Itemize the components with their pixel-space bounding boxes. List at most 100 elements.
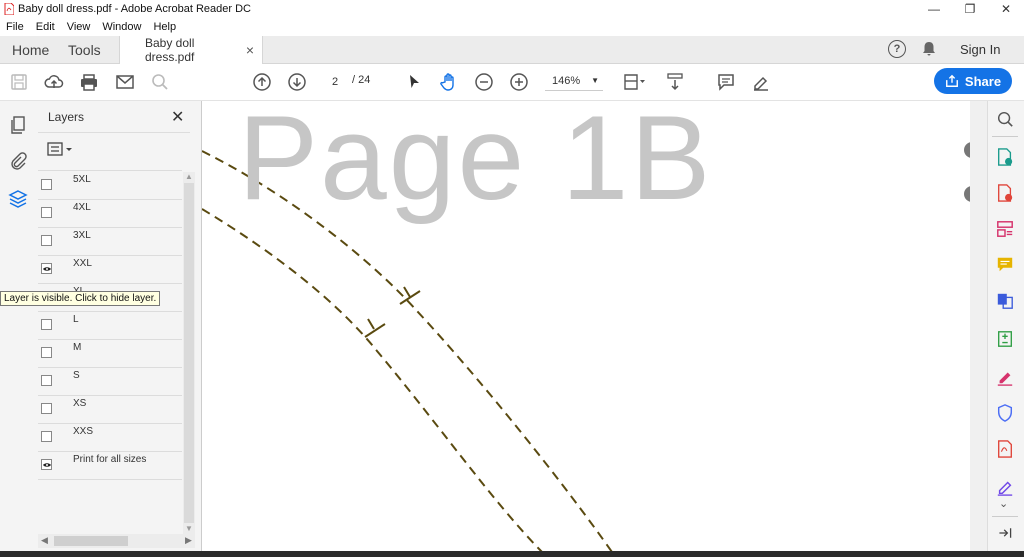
layers-panel-title: Layers bbox=[48, 110, 85, 124]
layer-label: 3XL bbox=[73, 230, 91, 241]
layer-visibility-checkbox[interactable] bbox=[41, 431, 52, 442]
zoom-value: 146% bbox=[552, 75, 581, 87]
layer-label: XXL bbox=[73, 258, 92, 269]
layer-label: 4XL bbox=[73, 202, 91, 213]
page-thumbnails-icon[interactable] bbox=[8, 115, 28, 135]
protect-tool[interactable] bbox=[994, 402, 1016, 424]
bell-icon[interactable] bbox=[921, 41, 937, 57]
layer-row-xxs: XXS bbox=[38, 424, 182, 452]
eye-icon bbox=[42, 266, 51, 271]
page-number-input[interactable]: 2 bbox=[323, 72, 347, 92]
panel-divider bbox=[38, 132, 190, 133]
collapse-rail-button[interactable] bbox=[994, 522, 1016, 544]
document-scrollbar[interactable] bbox=[970, 101, 987, 552]
cursor-arrow-icon bbox=[410, 75, 419, 88]
scroll-up-icon[interactable]: ▲ bbox=[185, 172, 193, 181]
comment-button[interactable] bbox=[711, 64, 741, 100]
compress-icon bbox=[998, 331, 1012, 347]
upload-button[interactable] bbox=[39, 64, 69, 100]
tab-tools[interactable]: Tools bbox=[68, 36, 101, 63]
layer-visibility-checkbox[interactable] bbox=[41, 459, 52, 470]
search-button[interactable] bbox=[145, 64, 175, 100]
layer-visibility-checkbox[interactable] bbox=[41, 235, 52, 246]
pdf-tool[interactable] bbox=[994, 438, 1016, 460]
chevron-down-icon: ▼ bbox=[591, 76, 599, 85]
restore-button[interactable]: ❐ bbox=[952, 0, 988, 18]
layer-visibility-checkbox[interactable] bbox=[41, 179, 52, 190]
email-button[interactable] bbox=[110, 64, 140, 100]
left-navigation-rail bbox=[0, 101, 37, 552]
menu-file[interactable]: File bbox=[0, 21, 30, 33]
layer-visibility-checkbox[interactable] bbox=[41, 403, 52, 414]
share-button[interactable]: Share bbox=[934, 68, 1012, 94]
layer-row-m: M bbox=[38, 340, 182, 368]
menu-help[interactable]: Help bbox=[147, 21, 182, 33]
layer-label: S bbox=[73, 370, 80, 381]
plus-circle-icon bbox=[510, 73, 528, 91]
create-pdf-tool[interactable] bbox=[994, 182, 1016, 204]
tab-home[interactable]: Home bbox=[12, 36, 49, 63]
layer-label: XXS bbox=[73, 426, 94, 437]
compress-pdf-tool[interactable] bbox=[994, 328, 1016, 350]
menu-edit[interactable]: Edit bbox=[30, 21, 61, 33]
layer-visibility-checkbox[interactable] bbox=[41, 319, 52, 330]
layer-visibility-checkbox[interactable] bbox=[41, 207, 52, 218]
combine-files-tool[interactable] bbox=[994, 290, 1016, 312]
layer-row-s: S bbox=[38, 368, 182, 396]
chevron-down-icon[interactable]: ⌄ bbox=[999, 497, 1008, 510]
close-window-button[interactable]: ✕ bbox=[988, 0, 1024, 18]
tab-document[interactable]: Baby doll dress.pdf × bbox=[119, 36, 263, 64]
shield-icon bbox=[997, 404, 1013, 422]
layer-label: M bbox=[73, 342, 82, 353]
scroll-left-icon[interactable]: ◀ bbox=[41, 535, 48, 546]
zoom-search-icon bbox=[997, 111, 1013, 127]
organize-pages-tool[interactable] bbox=[994, 218, 1016, 240]
fit-page-icon bbox=[624, 74, 645, 90]
pen-sign-icon bbox=[997, 372, 1013, 386]
layers-scroll-thumb[interactable] bbox=[184, 183, 194, 523]
cloud-upload-icon bbox=[44, 75, 64, 88]
export-pdf-tool[interactable] bbox=[994, 146, 1016, 168]
scroll-down-icon[interactable]: ▼ bbox=[185, 524, 193, 533]
fill-sign-tool[interactable] bbox=[994, 366, 1016, 388]
layer-label: XS bbox=[73, 398, 87, 409]
organize-pages-icon bbox=[997, 221, 1013, 237]
printer-icon bbox=[81, 74, 97, 91]
edit-tool[interactable] bbox=[994, 476, 1016, 498]
zoom-select[interactable]: 146% ▼ bbox=[545, 72, 603, 91]
sign-in-button[interactable]: Sign In bbox=[960, 36, 1000, 63]
export-pdf-icon bbox=[998, 148, 1013, 166]
layer-visibility-checkbox[interactable] bbox=[41, 263, 52, 274]
search-tools-button[interactable] bbox=[994, 108, 1016, 130]
pdf-file-icon bbox=[4, 3, 14, 15]
layer-row-print-all-sizes: Print for all sizes bbox=[38, 452, 182, 480]
arrow-down-circle-icon bbox=[288, 73, 306, 91]
highlight-button[interactable] bbox=[746, 64, 776, 100]
save-button[interactable] bbox=[4, 64, 34, 100]
scroll-right-icon[interactable]: ▶ bbox=[185, 535, 192, 546]
layer-visibility-checkbox[interactable] bbox=[41, 347, 52, 358]
comment-tool[interactable] bbox=[994, 254, 1016, 276]
menu-bar: File Edit View Window Help bbox=[0, 18, 1024, 36]
close-tab-button[interactable]: × bbox=[246, 42, 254, 58]
page-total-label: / 24 bbox=[352, 74, 371, 86]
attachment-icon[interactable] bbox=[8, 151, 28, 171]
layers-icon[interactable] bbox=[8, 189, 28, 209]
layer-row-l: L bbox=[38, 312, 182, 340]
layer-options-button[interactable] bbox=[47, 142, 73, 159]
taskbar-strip bbox=[0, 551, 1024, 557]
layers-hscroll-thumb[interactable] bbox=[54, 536, 128, 546]
combine-files-icon bbox=[997, 293, 1013, 309]
menu-window[interactable]: Window bbox=[96, 21, 147, 33]
minus-circle-icon bbox=[475, 73, 493, 91]
minimize-button[interactable]: — bbox=[916, 0, 952, 18]
close-panel-button[interactable]: ✕ bbox=[171, 107, 184, 127]
layer-row-xxl: XXL bbox=[38, 256, 182, 284]
help-icon[interactable]: ? bbox=[888, 40, 906, 58]
options-menu-icon bbox=[47, 142, 72, 156]
print-button[interactable] bbox=[74, 64, 104, 100]
layer-visibility-checkbox[interactable] bbox=[41, 375, 52, 386]
rail-divider bbox=[992, 516, 1018, 517]
menu-view[interactable]: View bbox=[61, 21, 97, 33]
comment-icon bbox=[718, 74, 734, 91]
